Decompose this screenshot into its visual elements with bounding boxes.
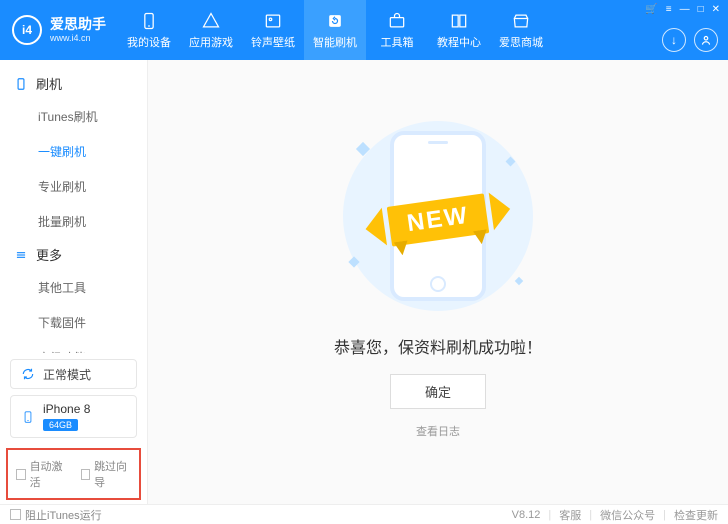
nav-flash[interactable]: 智能刷机 [304, 0, 366, 60]
sidebar-item-pro[interactable]: 专业刷机 [0, 169, 147, 204]
storage-badge: 64GB [43, 419, 78, 431]
sidebar-item-itunes[interactable]: iTunes刷机 [0, 99, 147, 134]
store-icon [511, 11, 531, 31]
sidebar-item-other[interactable]: 其他工具 [0, 270, 147, 305]
skip-wizard-checkbox[interactable]: 跳过向导 [81, 458, 132, 490]
user-button[interactable] [694, 28, 718, 52]
sidebar-group-label: 更多 [36, 245, 62, 264]
brand-url: www.i4.cn [50, 33, 106, 43]
device-selector[interactable]: iPhone 8 64GB [10, 395, 137, 438]
sidebar-item-batch[interactable]: 批量刷机 [0, 204, 147, 239]
mode-label: 正常模式 [43, 366, 91, 383]
checkbox-icon [10, 509, 21, 520]
nav-label: 我的设备 [127, 34, 171, 50]
nav-label: 工具箱 [381, 34, 414, 50]
nav-label: 智能刷机 [313, 34, 357, 50]
brand-logo: i4 爱思助手 www.i4.cn [12, 15, 106, 45]
toolbox-icon [387, 11, 407, 31]
brand-name: 爱思助手 [50, 17, 106, 32]
nav-label: 应用游戏 [189, 34, 233, 50]
nav-tutorial[interactable]: 教程中心 [428, 0, 490, 60]
update-link[interactable]: 检查更新 [674, 507, 718, 523]
maximize-icon[interactable]: □ [698, 4, 704, 15]
close-icon[interactable]: ✕ [712, 4, 720, 15]
success-message: 恭喜您，保资料刷机成功啦！ [334, 334, 542, 358]
download-button[interactable]: ↓ [662, 28, 686, 52]
list-icon [14, 248, 28, 262]
top-nav: 我的设备 应用游戏 铃声壁纸 智能刷机 工具箱 教程中心 爱思商城 [118, 0, 552, 60]
logo-icon: i4 [12, 15, 42, 45]
book-icon [449, 11, 469, 31]
confirm-button[interactable]: 确定 [390, 374, 486, 409]
sidebar-group-flash[interactable]: 刷机 [0, 68, 147, 99]
checkbox-icon [16, 469, 26, 480]
view-log-link[interactable]: 查看日志 [416, 423, 460, 439]
options-highlight: 自动激活 跳过向导 [6, 448, 141, 500]
nav-store[interactable]: 爱思商城 [490, 0, 552, 60]
refresh-icon [325, 11, 345, 31]
auto-activate-checkbox[interactable]: 自动激活 [16, 458, 67, 490]
nav-label: 铃声壁纸 [251, 34, 295, 50]
checkbox-label: 跳过向导 [94, 458, 131, 490]
sidebar: 刷机 iTunes刷机 一键刷机 专业刷机 批量刷机 更多 其他工具 下载固件 … [0, 60, 148, 504]
window-controls: 🛒 ≡ — □ ✕ [645, 4, 720, 15]
version-label: V8.12 [512, 509, 541, 521]
refresh-icon [21, 367, 35, 381]
checkbox-label: 自动激活 [30, 458, 67, 490]
status-bar: 阻止iTunes运行 V8.12 | 客服 | 微信公众号 | 检查更新 [0, 504, 728, 524]
nav-toolbox[interactable]: 工具箱 [366, 0, 428, 60]
nav-ringtones[interactable]: 铃声壁纸 [242, 0, 304, 60]
device-name: iPhone 8 [43, 402, 90, 416]
phone-icon [21, 408, 35, 426]
sidebar-group-label: 刷机 [36, 74, 62, 93]
phone-icon [139, 11, 159, 31]
image-icon [263, 11, 283, 31]
app-header: i4 爱思助手 www.i4.cn 我的设备 应用游戏 铃声壁纸 智能刷机 工具… [0, 0, 728, 60]
checkbox-icon [81, 469, 91, 480]
checkbox-label: 阻止iTunes运行 [25, 507, 102, 523]
sidebar-item-oneclick[interactable]: 一键刷机 [0, 134, 147, 169]
sidebar-item-advanced[interactable]: 高级功能 [0, 340, 147, 353]
wechat-link[interactable]: 微信公众号 [600, 507, 655, 523]
support-link[interactable]: 客服 [559, 507, 581, 523]
sidebar-group-more[interactable]: 更多 [0, 239, 147, 270]
menu-icon[interactable]: ≡ [666, 4, 672, 15]
minimize-icon[interactable]: — [680, 4, 690, 15]
success-illustration: NEW [328, 116, 548, 316]
cart-icon[interactable]: 🛒 [645, 4, 657, 15]
phone-icon [14, 77, 28, 91]
sidebar-item-download[interactable]: 下载固件 [0, 305, 147, 340]
nav-my-device[interactable]: 我的设备 [118, 0, 180, 60]
mode-selector[interactable]: 正常模式 [10, 359, 137, 389]
apps-icon [201, 11, 221, 31]
nav-label: 教程中心 [437, 34, 481, 50]
nav-apps[interactable]: 应用游戏 [180, 0, 242, 60]
block-itunes-checkbox[interactable]: 阻止iTunes运行 [10, 507, 102, 523]
main-panel: NEW 恭喜您，保资料刷机成功啦！ 确定 查看日志 [148, 60, 728, 504]
nav-label: 爱思商城 [499, 34, 543, 50]
